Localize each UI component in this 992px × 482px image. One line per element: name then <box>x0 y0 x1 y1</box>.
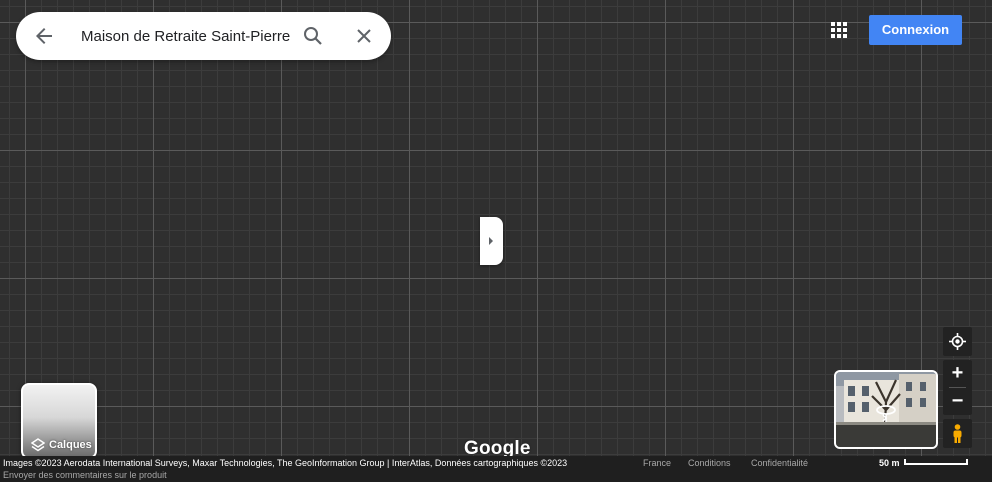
my-location-button[interactable] <box>943 327 972 356</box>
street-view-thumbnail[interactable] <box>834 370 938 449</box>
feedback-link[interactable]: Envoyer des commentaires sur le produit <box>3 470 167 480</box>
privacy-link[interactable]: Confidentialité <box>751 458 808 468</box>
zoom-in-button[interactable]: + <box>943 360 972 387</box>
map-footer: Images ©2023 Aerodata International Surv… <box>0 456 992 482</box>
search-input[interactable] <box>81 26 301 46</box>
chevron-right-icon <box>489 237 493 245</box>
pegman-button[interactable] <box>943 419 972 448</box>
scale-bar[interactable] <box>904 459 968 465</box>
country-link[interactable]: France <box>643 458 671 468</box>
panel-toggle-button[interactable] <box>480 217 503 265</box>
apps-grid-icon[interactable] <box>827 18 851 42</box>
my-location-icon <box>949 333 966 350</box>
scale-label[interactable]: 50 m <box>879 458 900 468</box>
map-attribution: Images ©2023 Aerodata International Surv… <box>3 458 568 468</box>
arrow-back-icon[interactable] <box>32 24 56 48</box>
terms-link[interactable]: Conditions <box>688 458 731 468</box>
layers-icon <box>30 438 46 452</box>
signin-button[interactable]: Connexion <box>869 15 962 45</box>
rotate-360-icon <box>876 405 896 422</box>
search-icon[interactable] <box>301 24 325 48</box>
close-icon[interactable] <box>352 24 376 48</box>
zoom-out-button[interactable]: − <box>943 388 972 415</box>
zoom-controls: + − <box>943 360 972 415</box>
search-box <box>16 12 391 60</box>
layers-label: Calques <box>49 439 92 451</box>
layers-button[interactable]: Calques <box>21 383 97 459</box>
pegman-icon <box>953 424 962 443</box>
